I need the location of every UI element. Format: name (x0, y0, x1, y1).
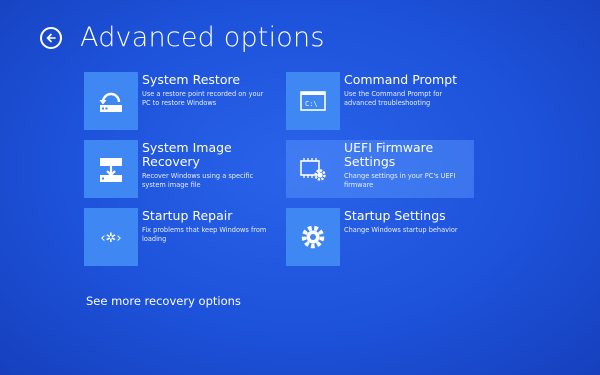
command-prompt-icon: C:\ (300, 91, 326, 111)
tile-icon-box (84, 72, 138, 130)
tile-label: Startup Repair (142, 208, 233, 223)
tile-label: Startup Settings (344, 208, 446, 223)
tile-system-image-recovery[interactable]: System Image Recovery Recover Windows us… (84, 140, 274, 198)
startup-repair-glyph: ‹✲› (100, 231, 121, 246)
tile-description: Change settings in your PC's UEFI firmwa… (344, 172, 456, 189)
tile-startup-settings[interactable]: Startup Settings Change Windows startup … (286, 208, 476, 266)
tile-command-prompt[interactable]: C:\ Command Prompt Use the Command Promp… (286, 72, 476, 130)
tile-text: UEFI Firmware Settings Change settings i… (344, 140, 474, 190)
tile-text: System Restore Use a restore point recor… (142, 72, 272, 108)
back-arrow-icon (46, 33, 56, 43)
tile-text: Command Prompt Use the Command Prompt fo… (344, 72, 474, 108)
tile-label: UEFI Firmware Settings (344, 140, 434, 169)
tile-description: Use the Command Prompt for advanced trou… (344, 90, 443, 107)
see-more-recovery-options-link[interactable]: See more recovery options (86, 294, 241, 308)
tile-icon-box (84, 140, 138, 198)
tile-icon-box (286, 208, 340, 266)
tile-description: Fix problems that keep Windows from load… (142, 226, 267, 243)
tile-system-restore[interactable]: System Restore Use a restore point recor… (84, 72, 274, 130)
tile-description: Recover Windows using a specific system … (142, 172, 254, 189)
tile-label: System Image Recovery (142, 140, 232, 169)
tile-label: Command Prompt (344, 72, 458, 87)
system-image-recovery-icon (100, 158, 122, 182)
back-button[interactable] (40, 27, 62, 49)
tile-description: Use a restore point recorded on your PC … (142, 90, 264, 107)
command-prompt-glyph: C:\ (305, 100, 318, 108)
system-restore-icon (99, 92, 122, 112)
page-title: Advanced options (80, 22, 325, 53)
tile-description: Change Windows startup behavior (344, 226, 458, 234)
tile-text: Startup Repair Fix problems that keep Wi… (142, 208, 272, 244)
tile-icon-box: C:\ (286, 72, 340, 130)
tile-icon-box: ‹✲› (84, 208, 138, 266)
uefi-firmware-icon (300, 158, 326, 181)
tile-label: System Restore (142, 72, 241, 87)
tile-startup-repair[interactable]: ‹✲› Startup Repair Fix problems that kee… (84, 208, 274, 266)
tile-uefi-firmware-settings[interactable]: UEFI Firmware Settings Change settings i… (286, 140, 474, 198)
startup-repair-icon: ‹✲› (100, 231, 121, 246)
tile-text: Startup Settings Change Windows startup … (344, 208, 474, 235)
tile-text: System Image Recovery Recover Windows us… (142, 140, 272, 190)
header: Advanced options (40, 20, 325, 56)
startup-settings-gear-icon (301, 225, 325, 249)
tile-icon-box (286, 140, 340, 198)
